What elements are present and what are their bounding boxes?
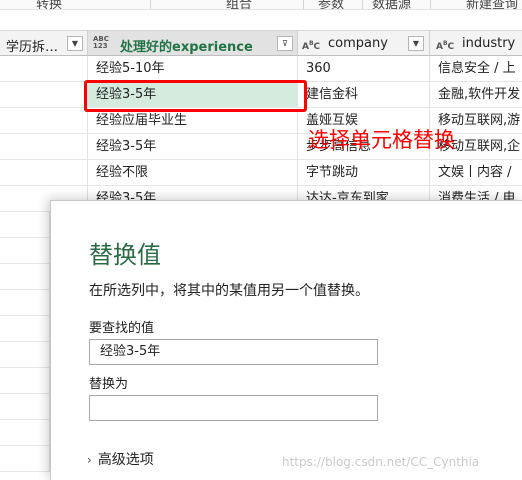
table-cell[interactable] xyxy=(0,264,50,290)
table-cell[interactable]: 经验不限 xyxy=(88,160,298,186)
table-cell[interactable] xyxy=(0,394,50,420)
table-cell[interactable]: 建信金科 xyxy=(298,82,430,108)
table-cell[interactable] xyxy=(0,56,88,82)
column-header-education[interactable]: 学历拆… ▼ xyxy=(0,30,88,56)
advanced-options-toggle[interactable]: › 高级选项 xyxy=(87,449,154,469)
table-cell[interactable] xyxy=(0,420,50,446)
column-title: company xyxy=(328,36,388,51)
advanced-options-label: 高级选项 xyxy=(97,452,154,468)
table-cell[interactable] xyxy=(0,212,50,238)
annotation-highlight-box xyxy=(84,80,307,112)
type-any-icon: ABC 123 xyxy=(93,35,109,50)
table-cell[interactable]: 经验3-5年 xyxy=(88,134,298,160)
table-row: 经验5-10年 360 信息安全 / 上 xyxy=(0,56,522,82)
filter-icon[interactable]: ⊽ xyxy=(277,36,293,51)
annotation-text: 选择单元格替换 xyxy=(308,128,455,152)
find-value-input[interactable]: 经验3-5年 xyxy=(89,339,378,365)
column-header-company[interactable]: ABC company ▼ xyxy=(298,30,430,56)
table-cell[interactable]: 经验5-10年 xyxy=(88,56,298,82)
table-cell[interactable] xyxy=(0,108,88,134)
table-cell[interactable] xyxy=(0,238,50,264)
chevron-right-icon: › xyxy=(87,453,92,467)
type-text-icon: ABC xyxy=(302,40,321,52)
table-cell[interactable]: 360 xyxy=(298,56,430,82)
replace-values-dialog: 替换值 在所选列中，将其中的某值用另一个值替换。 要查找的值 经验3-5年 替换… xyxy=(50,200,522,480)
chevron-down-icon[interactable]: ▼ xyxy=(67,36,83,51)
replace-with-input[interactable] xyxy=(89,395,378,421)
table-cell[interactable] xyxy=(0,82,88,108)
table-cell[interactable] xyxy=(0,134,88,160)
replace-with-label: 替换为 xyxy=(89,377,129,392)
find-value-label: 要查找的值 xyxy=(89,321,155,336)
column-header-industry[interactable]: ABC industry xyxy=(430,30,522,56)
table-row: 经验不限 字节跳动 文娱丨内容 / xyxy=(0,160,522,186)
table-cell[interactable]: 文娱丨内容 / xyxy=(430,160,522,186)
dialog-description: 在所选列中，将其中的某值用另一个值替换。 xyxy=(89,283,369,299)
table-cell[interactable] xyxy=(0,368,50,394)
dialog-title: 替换值 xyxy=(89,241,161,269)
column-title: 学历拆… xyxy=(6,40,59,55)
ribbon-combine[interactable]: 组合 xyxy=(226,0,252,9)
column-title: industry xyxy=(462,36,516,51)
type-text-icon: ABC xyxy=(436,40,455,52)
column-title: 处理好的experience xyxy=(120,40,253,55)
ribbon-transform[interactable]: 转换 xyxy=(36,0,62,9)
table-cell[interactable] xyxy=(0,446,50,472)
column-header-experience[interactable]: ABC 123 处理好的experience ⊽ xyxy=(88,30,298,56)
watermark: https://blog.csdn.net/CC_Cynthia xyxy=(282,455,480,469)
ribbon-datasource[interactable]: 数据源 xyxy=(372,0,411,9)
table-cell[interactable] xyxy=(0,160,88,186)
ribbon-parameters[interactable]: 参数 xyxy=(318,0,344,9)
table-cell[interactable]: 金融,软件开发 xyxy=(430,82,522,108)
table-cell[interactable]: 信息安全 / 上 xyxy=(430,56,522,82)
chevron-down-icon[interactable]: ▼ xyxy=(408,36,424,51)
table-cell[interactable] xyxy=(0,342,50,368)
ribbon-new-query[interactable]: 新建查询 xyxy=(466,0,518,9)
ribbon: 转换 组合 参数 数据源 新建查询 xyxy=(0,0,522,10)
table-cell[interactable] xyxy=(0,316,50,342)
table-cell[interactable]: 字节跳动 xyxy=(298,160,430,186)
table-cell[interactable] xyxy=(0,290,50,316)
